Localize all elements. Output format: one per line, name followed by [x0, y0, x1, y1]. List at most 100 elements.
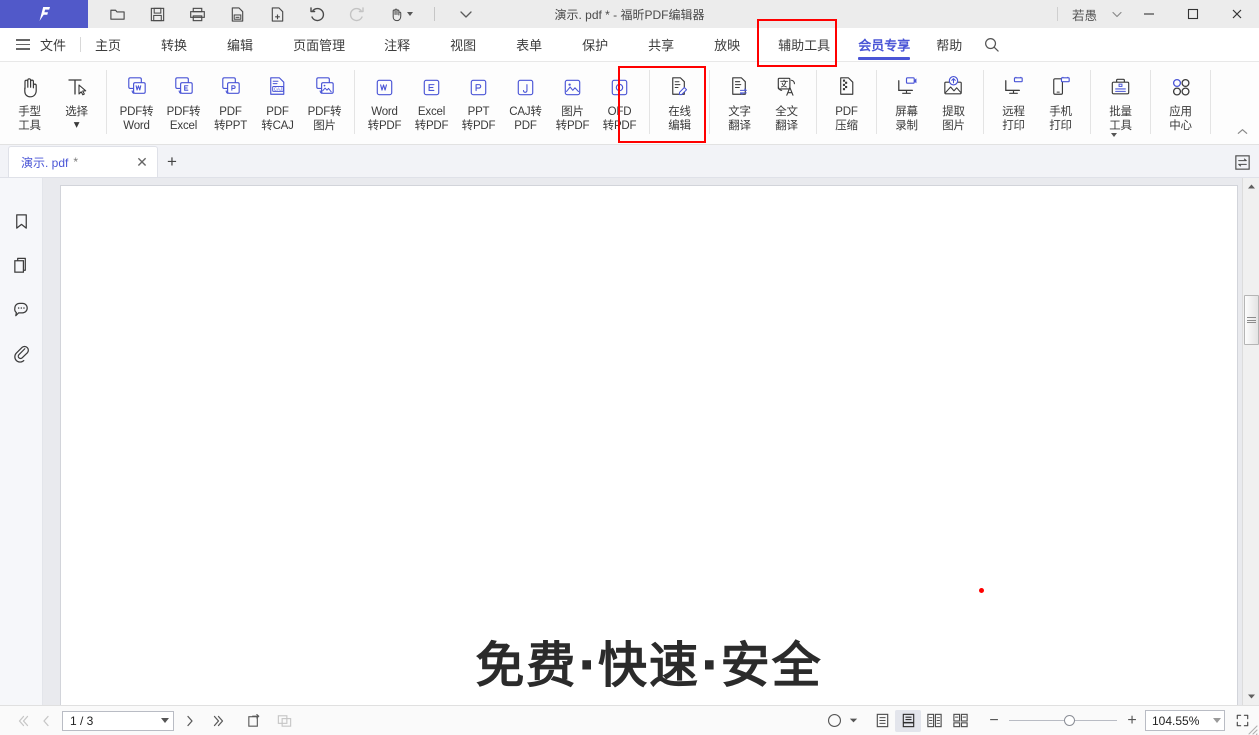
read-mode-chevron-down-icon[interactable] — [845, 709, 861, 733]
menu-item-edit[interactable]: 编辑 — [227, 28, 253, 62]
zoom-slider[interactable] — [1009, 714, 1117, 728]
close-icon[interactable] — [1215, 0, 1259, 28]
remote-print-button[interactable]: 远程 打印 — [990, 69, 1037, 133]
resize-grip-icon[interactable] — [1246, 722, 1258, 735]
pdf-to-excel-button[interactable]: PDF转 Excel — [160, 69, 207, 133]
document-tab[interactable]: 演示. pdf * ✕ — [8, 146, 158, 177]
excel-to-pdf-button[interactable]: Excel 转PDF — [408, 69, 455, 133]
save-icon[interactable] — [146, 3, 168, 25]
hamburger-icon[interactable] — [16, 39, 38, 50]
zoom-level-input[interactable]: 104.55% — [1145, 710, 1225, 731]
read-mode-icon[interactable] — [823, 709, 845, 733]
app-center-button[interactable]: 应用 中心 — [1157, 69, 1204, 133]
select-tool-button[interactable]: 选择 ▾ — [53, 69, 100, 131]
ribbon-collapse-chevron-up-icon[interactable] — [1233, 122, 1251, 140]
pdf-to-caj-label: PDF 转CAJ — [261, 105, 294, 133]
pdf-to-caj-button[interactable]: CAJ PDF 转CAJ — [254, 69, 301, 133]
sidebar-item-bookmarks[interactable] — [2, 202, 40, 246]
remote-print-icon — [1000, 71, 1027, 103]
label-line2: 图片 — [313, 120, 336, 132]
menu-item-present[interactable]: 放映 — [714, 28, 740, 62]
menu-item-help[interactable]: 帮助 — [936, 28, 962, 62]
online-edit-button[interactable]: 在线 编辑 — [656, 69, 703, 133]
close-icon[interactable]: ✕ — [133, 153, 151, 171]
pdf-to-image-icon — [311, 71, 338, 103]
pdf-to-excel-icon — [170, 71, 197, 103]
menu-item-share[interactable]: 共享 — [648, 28, 674, 62]
zoom-slider-knob[interactable] — [1064, 715, 1075, 726]
ofd-to-pdf-button[interactable]: OFD 转PDF — [596, 69, 643, 133]
pdf-to-excel-label: PDF转 Excel — [167, 105, 201, 133]
text-translate-button[interactable]: 文字 翻译 — [716, 69, 763, 133]
new-file-icon[interactable] — [266, 3, 288, 25]
search-icon[interactable] — [976, 28, 1006, 62]
pdf-to-ppt-button[interactable]: PDF 转PPT — [207, 69, 254, 133]
open-icon[interactable] — [106, 3, 128, 25]
pdf-to-word-button[interactable]: PDF转 Word — [113, 69, 160, 133]
user-menu-chevron-down-icon[interactable] — [1107, 0, 1127, 28]
menu-item-home[interactable]: 主页 — [95, 28, 121, 62]
hand-tool-button[interactable]: 手型 工具 — [6, 69, 53, 133]
page-number-input[interactable]: 1 / 3 — [62, 710, 174, 731]
extract-image-button[interactable]: 提取 图片 — [930, 69, 977, 133]
caj-to-pdf-button[interactable]: CAJ转 PDF — [502, 69, 549, 133]
document-view[interactable]: 免费·快速·安全 — [43, 178, 1259, 705]
menu-item-member-exclusive[interactable]: 会员专享 — [858, 28, 910, 62]
menu-item-protect[interactable]: 保护 — [582, 28, 608, 62]
menu-item-page-manage[interactable]: 页面管理 — [293, 28, 345, 62]
compare-icon[interactable] — [1231, 151, 1253, 173]
ppt-to-pdf-button[interactable]: PPT 转PDF — [455, 69, 502, 133]
next-page-icon[interactable] — [178, 709, 202, 733]
label-line2: 转PPT — [213, 120, 248, 132]
scroll-up-arrow-icon[interactable] — [1243, 178, 1259, 195]
continuous-view-icon[interactable] — [895, 709, 921, 732]
sidebar-item-pages[interactable] — [2, 246, 40, 290]
zoom-dropdown-chevron-down-icon[interactable] — [1213, 718, 1221, 723]
full-translate-button[interactable]: 全文 翻译 — [763, 69, 810, 133]
two-page-continuous-icon[interactable] — [947, 710, 973, 732]
print-icon[interactable] — [186, 3, 208, 25]
undo-icon[interactable] — [306, 3, 328, 25]
single-page-view-icon[interactable] — [869, 710, 895, 732]
pdf-to-image-button[interactable]: PDF转 图片 — [301, 69, 348, 133]
batch-tools-chevron-down-icon[interactable] — [1111, 133, 1118, 137]
pdf-page[interactable]: 免费·快速·安全 — [60, 185, 1238, 705]
vertical-scrollbar[interactable] — [1242, 178, 1259, 705]
menu-item-view[interactable]: 视图 — [450, 28, 476, 62]
menu-item-form[interactable]: 表单 — [516, 28, 542, 62]
sidebar-item-attachments[interactable] — [2, 334, 40, 378]
menu-item-file[interactable]: 文件 — [40, 28, 66, 62]
rotate-page-icon[interactable] — [242, 709, 266, 733]
scroll-thumb[interactable] — [1244, 295, 1259, 345]
user-name[interactable]: 若愚 — [1072, 5, 1097, 24]
batch-tools-button[interactable]: 批量 工具 — [1097, 69, 1144, 137]
last-page-icon[interactable] — [208, 709, 232, 733]
mobile-print-button[interactable]: 手机 打印 — [1037, 69, 1084, 133]
screen-record-button[interactable]: 屏幕 录制 — [883, 69, 930, 133]
divider — [1056, 7, 1058, 21]
extract-image-icon — [940, 71, 967, 103]
word-to-pdf-button[interactable]: Word 转PDF — [361, 69, 408, 133]
chevron-down-icon[interactable] — [455, 3, 477, 25]
maximize-icon[interactable] — [1171, 0, 1215, 28]
select-tool-chevron-down-icon[interactable]: ▾ — [65, 119, 88, 131]
scroll-down-arrow-icon[interactable] — [1243, 688, 1259, 705]
ribbon-group-app-center: 应用 中心 — [1157, 62, 1204, 145]
image-to-pdf-button[interactable]: 图片 转PDF — [549, 69, 596, 133]
two-page-view-icon[interactable] — [921, 710, 947, 732]
zoom-out-button[interactable]: − — [985, 712, 1003, 730]
sidebar-item-comments[interactable] — [2, 290, 40, 334]
chevron-down-icon[interactable] — [406, 12, 413, 16]
label-line2: 转PDF — [555, 120, 590, 132]
zoom-in-button[interactable]: + — [1123, 712, 1141, 730]
hand-tool-icon[interactable] — [386, 3, 414, 25]
minimize-icon[interactable] — [1127, 0, 1171, 28]
pdf-compress-button[interactable]: PDF 压缩 — [823, 69, 870, 133]
menu-item-accessibility[interactable]: 辅助工具 — [778, 28, 830, 62]
menu-item-comment[interactable]: 注释 — [384, 28, 410, 62]
menu-item-convert[interactable]: 转换 — [161, 28, 187, 62]
plus-icon[interactable]: + — [158, 146, 186, 177]
save-as-icon[interactable] — [226, 3, 248, 25]
screen-record-label: 屏幕 录制 — [895, 105, 918, 133]
page-dropdown-chevron-down-icon[interactable] — [161, 718, 169, 723]
